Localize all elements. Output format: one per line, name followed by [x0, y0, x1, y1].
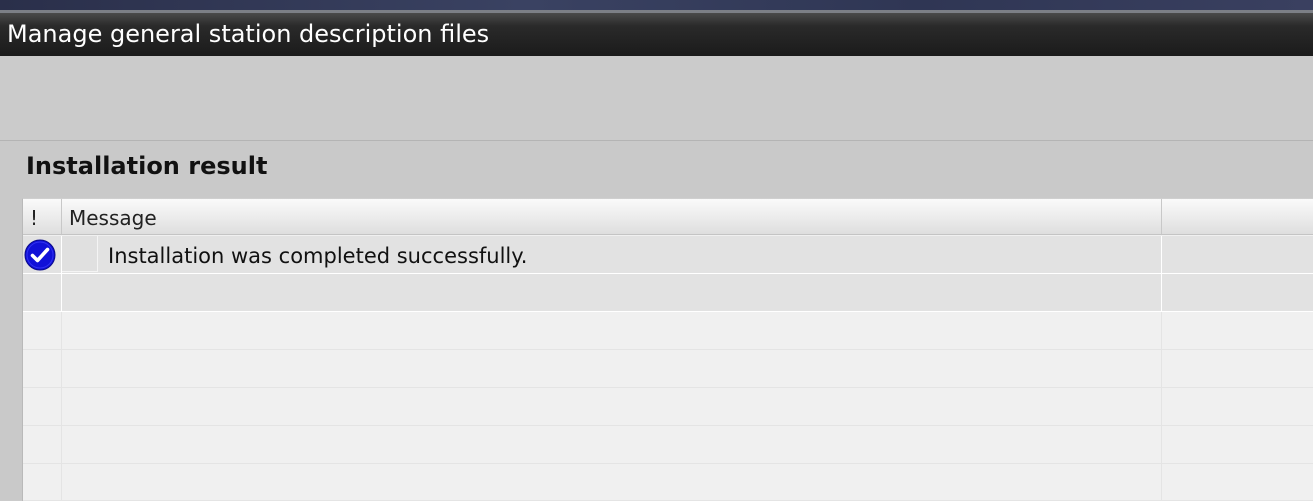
message-cell — [62, 350, 1162, 387]
installation-result-table[interactable]: ! Message Installation was completed suc… — [22, 198, 1313, 501]
column-header-message[interactable]: Message — [62, 199, 1162, 234]
status-cell — [23, 350, 62, 387]
status-cell — [23, 312, 62, 349]
status-cell — [23, 426, 62, 463]
extra-cell — [1162, 464, 1313, 500]
extra-cell — [1162, 350, 1313, 387]
column-header-message-label: Message — [69, 206, 157, 230]
tree-indent — [62, 236, 98, 272]
extra-cell — [1162, 236, 1313, 273]
status-cell — [23, 464, 62, 500]
extra-cell — [1162, 312, 1313, 349]
table-row[interactable] — [23, 312, 1313, 350]
table-row[interactable] — [23, 426, 1313, 464]
title-bar: Manage general station description files — [0, 13, 1313, 56]
status-cell — [23, 274, 62, 311]
table-header: ! Message — [23, 199, 1313, 235]
table-row[interactable] — [23, 464, 1313, 501]
column-header-extra[interactable] — [1162, 199, 1313, 234]
extra-cell — [1162, 388, 1313, 425]
toolbar-area — [0, 56, 1313, 141]
message-cell: Installation was completed successfully. — [62, 236, 1162, 273]
table-row[interactable] — [23, 350, 1313, 388]
message-cell — [62, 426, 1162, 463]
column-header-status[interactable]: ! — [23, 199, 62, 234]
message-cell — [62, 388, 1162, 425]
status-cell — [23, 236, 62, 273]
status-cell — [23, 388, 62, 425]
table-row[interactable] — [23, 274, 1313, 312]
message-cell — [62, 312, 1162, 349]
table-row[interactable] — [23, 388, 1313, 426]
success-check-icon — [24, 239, 56, 271]
extra-cell — [1162, 426, 1313, 463]
content-panel: Installation result ! Message Installati… — [0, 141, 1313, 501]
table-row[interactable]: Installation was completed successfully. — [23, 236, 1313, 274]
extra-cell — [1162, 274, 1313, 311]
window-title: Manage general station description files — [7, 20, 490, 48]
section-heading: Installation result — [26, 152, 268, 180]
window-top-strip — [0, 0, 1313, 13]
column-header-status-label: ! — [30, 206, 39, 230]
message-cell — [62, 464, 1162, 500]
message-text: Installation was completed successfully. — [108, 244, 528, 268]
message-cell — [62, 274, 1162, 311]
